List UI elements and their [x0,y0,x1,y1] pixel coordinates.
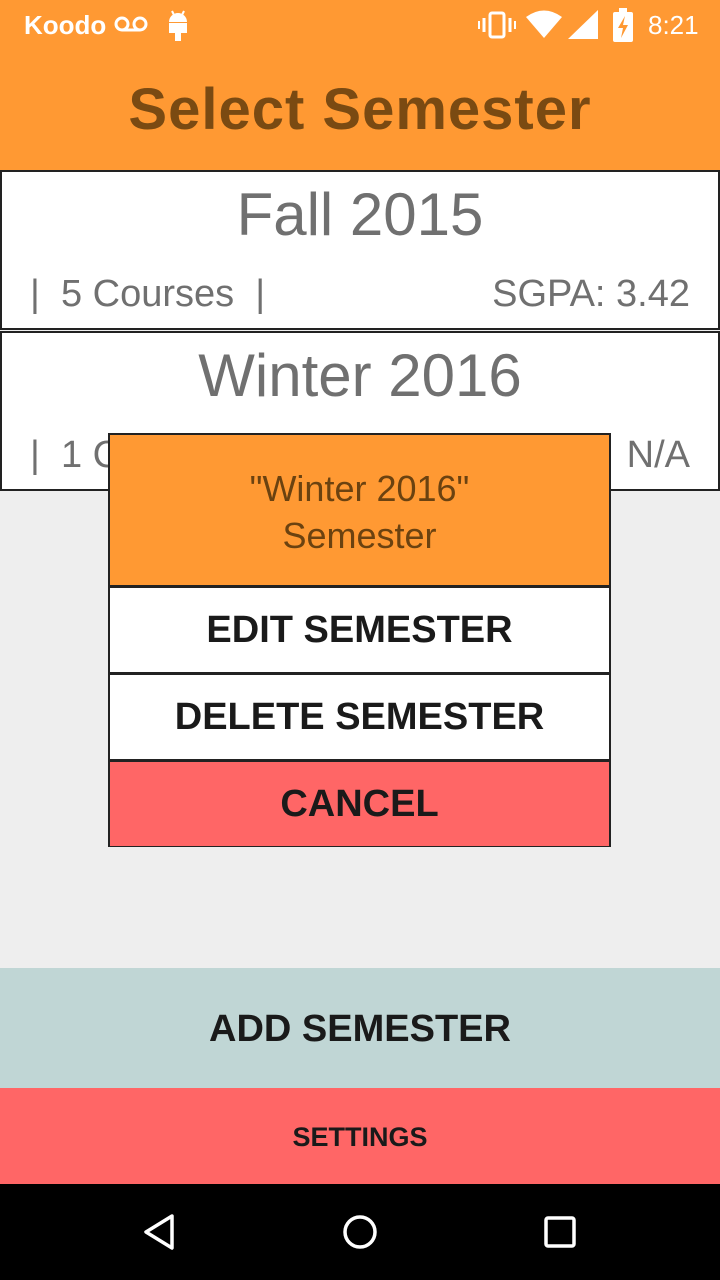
add-semester-button[interactable]: ADD SEMESTER [0,968,720,1088]
vibrate-icon [478,11,516,39]
semester-card-fall-2015[interactable]: Fall 2015 | 5 Courses | SGPA: 3.42 [0,170,720,330]
sgpa-value: N/A [626,434,690,476]
carrier-label: Koodo [24,10,107,40]
sgpa-value: SGPA: 3.42 [492,273,690,315]
android-icon [169,10,187,41]
delete-semester-button[interactable]: DELETE SEMESTER [110,675,609,759]
settings-button[interactable]: SETTINGS [0,1088,720,1184]
cancel-button[interactable]: CANCEL [110,762,609,846]
app-header: Select Semester [0,50,720,170]
navigation-bar [0,1184,720,1280]
edit-semester-button[interactable]: EDIT SEMESTER [110,588,609,672]
dialog-title-suffix: Semester [282,515,437,556]
course-count: | 5 Courses | [30,273,266,315]
course-count: | 1 C [30,434,121,476]
dialog-title-semester-name: "Winter 2016" [249,468,470,509]
battery-charging-icon [613,8,633,42]
semester-options-dialog: "Winter 2016" Semester EDIT SEMESTER DEL… [108,433,611,847]
back-icon[interactable] [140,1212,180,1252]
recents-icon[interactable] [540,1212,580,1252]
home-icon[interactable] [340,1212,380,1252]
page-title: Select Semester [128,77,592,142]
dialog-title: "Winter 2016" Semester [110,435,609,585]
clock: 8:21 [648,10,699,40]
wifi-icon [526,10,562,38]
semester-name: Fall 2015 [236,181,484,248]
status-bar: Koodo 8:21 [0,0,720,50]
semester-name: Winter 2016 [198,342,522,409]
signal-icon [568,10,598,39]
voicemail-icon [114,16,148,32]
